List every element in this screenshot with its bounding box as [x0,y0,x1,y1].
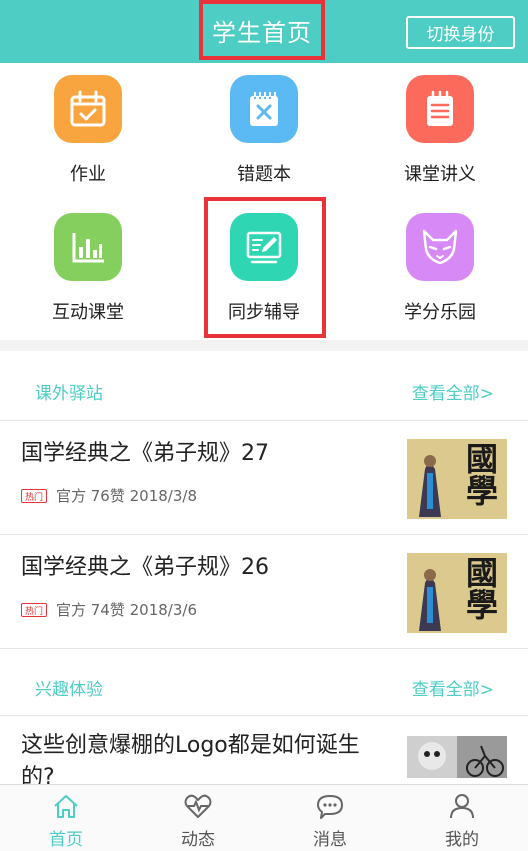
article-meta: 官方 76赞 2018/3/8 [56,487,197,505]
tab-messages[interactable]: 消息 [264,785,396,851]
heartbeat-icon [184,794,212,818]
article-title: 国学经典之《弟子规》26 [21,555,269,580]
article-title: 这些创意爆棚的Logo都是如何诞生的? [21,733,360,784]
page-title-highlight: 学生首页 [199,0,325,60]
grid-item-interactive-class[interactable]: 互动课堂 [0,201,176,339]
hot-badge: 热门 [21,489,47,503]
grid-item-error-notebook[interactable]: 错题本 [176,63,352,201]
user-icon [450,794,474,819]
tab-label: 首页 [49,830,83,850]
view-all-link[interactable]: 查看全部> [412,675,494,700]
grid-label: 互动课堂 [52,302,124,323]
tab-profile[interactable]: 我的 [396,785,528,851]
tab-label: 消息 [313,830,347,850]
thumbnail-calligraphy: 國學 [461,556,499,620]
switch-identity-button[interactable]: 切换身份 [406,16,515,49]
grid-item-class-notes[interactable]: 课堂讲义 [352,63,528,201]
grid-label: 作业 [70,164,106,185]
article-title: 国学经典之《弟子规》27 [21,441,269,466]
chat-bubble-icon [317,795,343,819]
view-all-link[interactable]: 查看全部> [412,379,494,404]
tab-label: 动态 [181,830,215,850]
bottom-tab-bar: 首页 动态 消息 我的 [0,784,528,851]
home-icon [54,795,78,818]
notes-list-icon [406,75,474,143]
header-bar: 学生首页 切换身份 [0,0,528,63]
article-thumbnail: 國學 [407,439,507,519]
thumbnail-calligraphy: 國學 [461,442,499,506]
article-thumbnail [407,736,507,778]
grid-item-credit-park[interactable]: 学分乐园 [352,201,528,339]
list-item[interactable]: 国学经典之《弟子规》27 热门 官方 76赞 2018/3/8 國學 [0,421,528,535]
error-notebook-icon [230,75,298,143]
page-title: 学生首页 [212,18,312,47]
hot-badge: 热门 [21,603,47,617]
section-title: 兴趣体验 [35,680,103,700]
tab-home[interactable]: 首页 [0,785,132,851]
fox-icon [406,213,474,281]
grid-label: 学分乐园 [404,302,476,323]
article-meta: 官方 74赞 2018/3/6 [56,601,197,619]
section-title: 课外驿站 [35,384,103,404]
bar-chart-icon [54,213,122,281]
grid-label: 错题本 [237,164,291,185]
tab-activity[interactable]: 动态 [132,785,264,851]
sync-tutoring-highlight [204,197,326,338]
article-thumbnail: 國學 [407,553,507,633]
grid-label: 课堂讲义 [404,164,476,185]
tab-label: 我的 [445,830,479,850]
list-item[interactable]: 国学经典之《弟子规》26 热门 官方 74赞 2018/3/6 國學 [0,535,528,649]
homework-calendar-icon [54,75,122,143]
section-divider [0,340,528,351]
list-item[interactable]: 这些创意爆棚的Logo都是如何诞生的? [0,716,528,784]
section-header-interest: 兴趣体验 查看全部> [0,649,528,716]
grid-item-homework[interactable]: 作业 [0,63,176,201]
section-header-extracurricular: 课外驿站 查看全部> [0,351,528,421]
